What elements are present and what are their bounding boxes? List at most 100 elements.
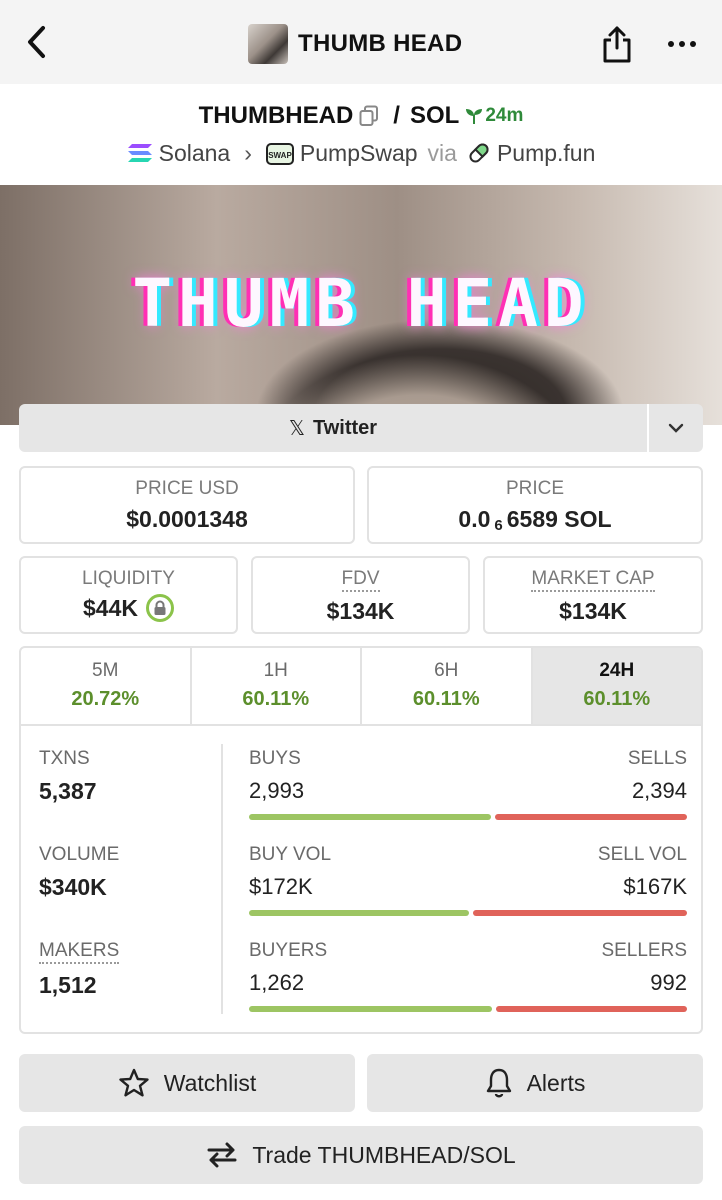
trading-stats-panel: 5M 20.72% 1H 60.11% 6H 60.11% 24H 60.11%… xyxy=(19,646,703,1034)
pill-icon xyxy=(467,141,491,165)
buy-bar-fill xyxy=(249,814,491,820)
tab-label: 5M xyxy=(92,660,119,681)
buyers-sellers-ratio: BUYERS SELLERS 1,262 992 xyxy=(249,940,687,1012)
via-label: via xyxy=(427,139,457,166)
price-native-prefix: 0.0 xyxy=(458,506,491,532)
tab-label: 1H xyxy=(263,660,288,681)
watchlist-label: Watchlist xyxy=(163,1069,257,1096)
sellers-label: SELLERS xyxy=(601,940,687,961)
bell-icon xyxy=(486,1068,511,1098)
trade-button[interactable]: Trade THUMBHEAD/SOL xyxy=(19,1126,703,1184)
buys-sells-ratio: BUYS SELLS 2,993 2,394 xyxy=(249,748,687,820)
chain-breadcrumb: Solana › SWAP PumpSwap via Pump.fun xyxy=(0,138,722,168)
star-icon xyxy=(119,1068,149,1097)
buys-label: BUYS xyxy=(249,748,301,769)
price-native-zero-count: 6 xyxy=(494,517,503,534)
ellipsis-dot xyxy=(690,41,696,47)
buys-value: 2,993 xyxy=(249,778,305,803)
fdv-label[interactable]: FDV xyxy=(341,568,380,592)
ellipsis-icon xyxy=(668,41,674,47)
alerts-label: Alerts xyxy=(526,1069,586,1096)
makers-bar xyxy=(249,1006,687,1012)
liquidity-label: LIQUIDITY xyxy=(82,568,175,589)
pair-age-badge: 24m xyxy=(465,105,523,127)
social-links-dropdown-button[interactable] xyxy=(647,404,703,452)
sells-value: 2,394 xyxy=(631,778,687,803)
market-cap-value: $134K xyxy=(559,598,627,624)
price-native-card: PRICE 0.0 6 6589 SOL xyxy=(367,466,703,544)
pair-separator: / xyxy=(393,102,400,129)
buy-vol-label: BUY VOL xyxy=(249,844,332,865)
x-logo-icon: 𝕏 xyxy=(288,417,306,440)
pair-age-text: 24m xyxy=(485,105,524,126)
pair-base-symbol: THUMBHEAD xyxy=(198,102,354,129)
price-usd-card: PRICE USD $0.0001348 xyxy=(19,466,355,544)
chevron-left-icon xyxy=(28,26,45,58)
alerts-button[interactable]: Alerts xyxy=(367,1054,703,1112)
sell-vol-value: $167K xyxy=(623,874,687,899)
lock-icon[interactable] xyxy=(145,594,174,622)
liquidity-value: $44K xyxy=(83,594,138,621)
page-title: THUMB HEAD xyxy=(298,30,463,57)
tab-24h[interactable]: 24H 60.11% xyxy=(532,648,701,724)
swap-arrows-icon xyxy=(207,1142,237,1168)
price-usd-value: $0.0001348 xyxy=(126,506,248,532)
price-change-value: 60.11% xyxy=(242,688,310,710)
txns-value: 5,387 xyxy=(39,778,97,804)
sell-vol-label: SELL VOL xyxy=(597,844,687,865)
twitter-label: Twitter xyxy=(313,416,378,439)
chevron-down-icon xyxy=(668,423,684,433)
market-cap-card: MARKET CAP $134K xyxy=(483,556,703,634)
back-button[interactable] xyxy=(18,22,54,62)
market-cap-label[interactable]: MARKET CAP xyxy=(531,568,655,592)
pair-quote-symbol: SOL xyxy=(409,102,460,129)
sell-bar-fill xyxy=(496,1006,687,1012)
tab-1h[interactable]: 1H 60.11% xyxy=(192,648,362,724)
txns-label: TXNS xyxy=(39,748,90,769)
makers-label[interactable]: MAKERS xyxy=(39,940,120,964)
more-options-button[interactable] xyxy=(660,30,704,58)
pair-header: THUMBHEAD / SOL 24m xyxy=(0,98,722,134)
buy-bar-fill xyxy=(249,910,469,916)
tab-label: 6H xyxy=(434,660,459,681)
header-title-group: THUMB HEAD xyxy=(248,24,462,64)
price-change-value: 20.72% xyxy=(71,688,140,710)
share-icon xyxy=(603,26,631,63)
token-avatar xyxy=(248,24,288,64)
tab-5m[interactable]: 5M 20.72% xyxy=(21,648,192,724)
column-divider xyxy=(221,744,223,1014)
buyers-label: BUYERS xyxy=(249,940,328,961)
sell-bar-fill xyxy=(473,910,687,916)
buyers-value: 1,262 xyxy=(249,970,305,995)
trade-label: Trade THUMBHEAD/SOL xyxy=(252,1141,516,1168)
txns-metric: TXNS 5,387 xyxy=(39,748,97,805)
sellers-value: 992 xyxy=(650,970,687,995)
buy-vol-value: $172K xyxy=(249,874,313,899)
makers-metric: MAKERS 1,512 xyxy=(39,940,120,999)
volume-value: $340K xyxy=(39,874,107,900)
tab-6h[interactable]: 6H 60.11% xyxy=(362,648,533,724)
price-change-value: 60.11% xyxy=(412,688,480,710)
launchpad-name[interactable]: Pump.fun xyxy=(497,140,595,167)
watchlist-button[interactable]: Watchlist xyxy=(19,1054,355,1112)
buys-sells-bar xyxy=(249,814,687,820)
liquidity-value-row: $44K xyxy=(21,594,236,622)
price-native-suffix: 6589 SOL xyxy=(506,506,612,532)
volume-label: VOLUME xyxy=(39,844,120,865)
chain-name[interactable]: Solana xyxy=(159,140,231,167)
top-nav-bar: THUMB HEAD xyxy=(0,0,722,84)
price-native-label: PRICE xyxy=(505,478,565,499)
solana-icon xyxy=(127,143,153,163)
share-button[interactable] xyxy=(600,24,636,64)
dex-name[interactable]: PumpSwap xyxy=(300,140,418,167)
copy-icon[interactable] xyxy=(359,105,381,127)
makers-value: 1,512 xyxy=(39,972,97,998)
buy-sell-volume-ratio: BUY VOL SELL VOL $172K $167K xyxy=(249,844,687,916)
sell-bar-fill xyxy=(495,814,687,820)
twitter-link-button[interactable]: 𝕏 Twitter xyxy=(19,404,647,452)
price-usd-label: PRICE USD xyxy=(135,478,239,499)
token-banner-image: THUMB HEAD xyxy=(0,185,722,425)
svg-text:SWAP: SWAP xyxy=(268,151,292,160)
sells-label: SELLS xyxy=(627,748,687,769)
social-links-bar: 𝕏 Twitter xyxy=(19,404,703,452)
